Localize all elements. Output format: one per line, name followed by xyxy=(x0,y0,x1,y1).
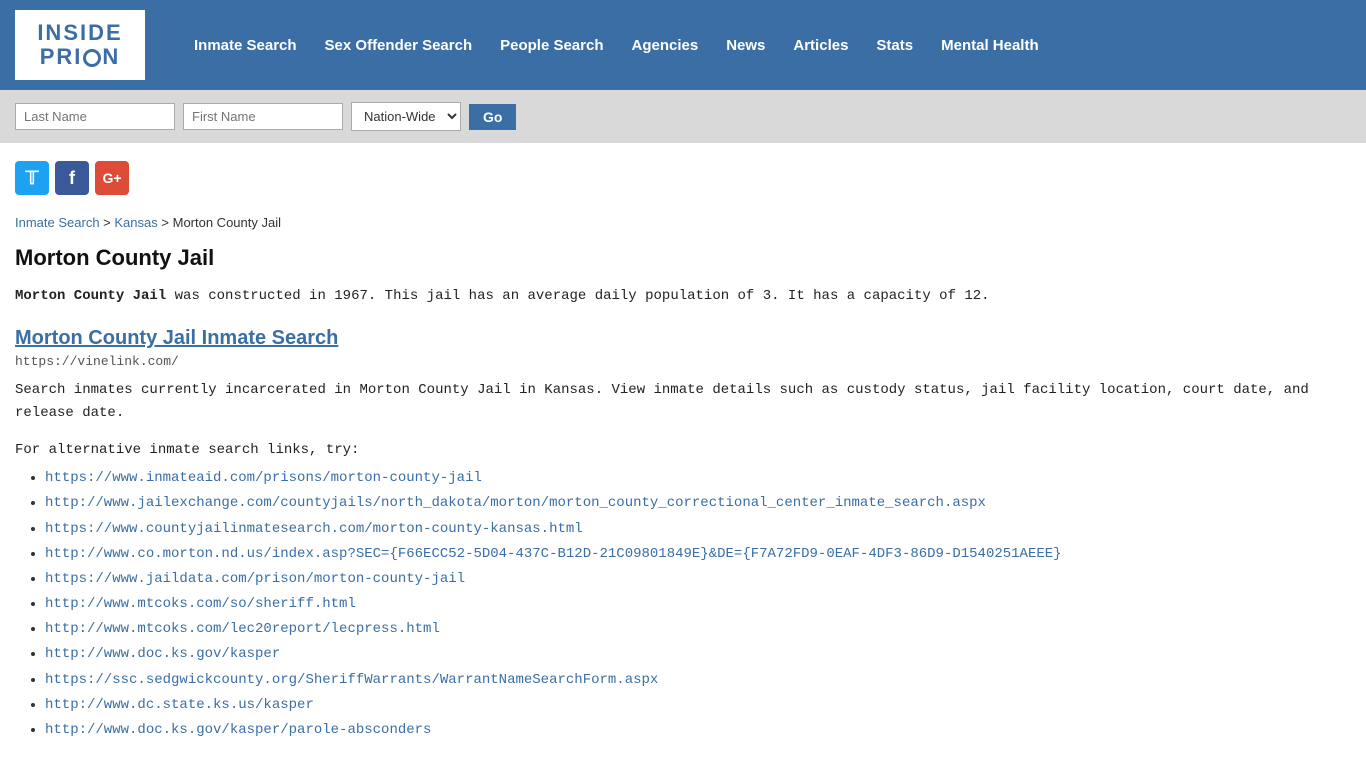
alt-link-8[interactable]: https://ssc.sedgwickcounty.org/SheriffWa… xyxy=(45,672,658,688)
nav-people-search[interactable]: People Search xyxy=(486,29,617,62)
description-rest: was constructed in 1967. This jail has a… xyxy=(166,288,989,304)
logo-circle-icon xyxy=(83,49,101,67)
breadcrumb-inmate-search[interactable]: Inmate Search xyxy=(15,215,100,230)
search-bar: Nation-Wide Go xyxy=(0,90,1366,143)
last-name-input[interactable] xyxy=(15,103,175,130)
logo-inside: INSIDE xyxy=(37,21,122,45)
breadcrumb-separator-2: > xyxy=(161,215,172,230)
first-name-input[interactable] xyxy=(183,103,343,130)
nav-agencies[interactable]: Agencies xyxy=(618,29,713,62)
jail-name-bold: Morton County Jail xyxy=(15,288,166,304)
go-button[interactable]: Go xyxy=(469,104,516,130)
jail-description: Morton County Jail was constructed in 19… xyxy=(15,285,1351,307)
twitter-icon[interactable]: 𝕋 xyxy=(15,161,49,195)
list-item: http://www.jailexchange.com/countyjails/… xyxy=(45,491,1351,516)
alt-link-9[interactable]: http://www.dc.state.ks.us/kasper xyxy=(45,697,314,713)
alt-link-1[interactable]: http://www.jailexchange.com/countyjails/… xyxy=(45,495,986,511)
nav-sex-offender-search[interactable]: Sex Offender Search xyxy=(311,29,487,62)
list-item: https://ssc.sedgwickcounty.org/SheriffWa… xyxy=(45,668,1351,693)
inmate-search-description: Search inmates currently incarcerated in… xyxy=(15,379,1351,424)
list-item: http://www.co.morton.nd.us/index.asp?SEC… xyxy=(45,542,1351,567)
list-item: https://www.inmateaid.com/prisons/morton… xyxy=(45,466,1351,491)
facebook-icon[interactable]: f xyxy=(55,161,89,195)
nav-news[interactable]: News xyxy=(712,29,779,62)
location-select[interactable]: Nation-Wide xyxy=(351,102,461,131)
main-nav: Inmate Search Sex Offender Search People… xyxy=(160,29,1053,62)
nav-articles[interactable]: Articles xyxy=(779,29,862,62)
alt-link-10[interactable]: http://www.doc.ks.gov/kasper/parole-absc… xyxy=(45,722,431,738)
list-item: http://www.mtcoks.com/lec20report/lecpre… xyxy=(45,617,1351,642)
alt-link-7[interactable]: http://www.doc.ks.gov/kasper xyxy=(45,646,280,662)
alt-link-3[interactable]: http://www.co.morton.nd.us/index.asp?SEC… xyxy=(45,546,1062,562)
alt-link-2[interactable]: https://www.countyjailinmatesearch.com/m… xyxy=(45,521,583,537)
page-title: Morton County Jail xyxy=(15,245,1351,271)
list-item: https://www.jaildata.com/prison/morton-c… xyxy=(45,567,1351,592)
breadcrumb-separator-1: > xyxy=(103,215,114,230)
site-logo[interactable]: INSIDE PRIN xyxy=(15,10,145,80)
logo-prison: PRIN xyxy=(37,45,122,69)
list-item: http://www.dc.state.ks.us/kasper xyxy=(45,693,1351,718)
breadcrumb-current: Morton County Jail xyxy=(173,215,281,230)
nav-mental-health[interactable]: Mental Health xyxy=(927,29,1053,62)
nav-stats[interactable]: Stats xyxy=(862,29,927,62)
list-item: http://www.doc.ks.gov/kasper xyxy=(45,642,1351,667)
list-item: http://www.doc.ks.gov/kasper/parole-absc… xyxy=(45,718,1351,743)
nav-inmate-search[interactable]: Inmate Search xyxy=(180,29,311,62)
alt-link-4[interactable]: https://www.jaildata.com/prison/morton-c… xyxy=(45,571,465,587)
alt-link-0[interactable]: https://www.inmateaid.com/prisons/morton… xyxy=(45,470,482,486)
main-content: Inmate Search > Kansas > Morton County J… xyxy=(0,205,1366,763)
alt-link-6[interactable]: http://www.mtcoks.com/lec20report/lecpre… xyxy=(45,621,440,637)
list-item: https://www.countyjailinmatesearch.com/m… xyxy=(45,517,1351,542)
breadcrumb: Inmate Search > Kansas > Morton County J… xyxy=(15,215,1351,230)
google-plus-icon[interactable]: G+ xyxy=(95,161,129,195)
alt-links-list: https://www.inmateaid.com/prisons/morton… xyxy=(15,466,1351,743)
alt-link-5[interactable]: http://www.mtcoks.com/so/sheriff.html xyxy=(45,596,356,612)
inmate-search-link[interactable]: Morton County Jail Inmate Search xyxy=(15,327,338,350)
list-item: http://www.mtcoks.com/so/sheriff.html xyxy=(45,592,1351,617)
alt-links-intro: For alternative inmate search links, try… xyxy=(15,442,1351,458)
inmate-search-section: Morton County Jail Inmate Search https:/… xyxy=(15,327,1351,424)
inmate-search-url: https://vinelink.com/ xyxy=(15,354,1351,369)
site-header: INSIDE PRIN Inmate Search Sex Offender S… xyxy=(0,0,1366,90)
social-icons: 𝕋 f G+ xyxy=(0,143,1366,205)
breadcrumb-kansas[interactable]: Kansas xyxy=(114,215,157,230)
